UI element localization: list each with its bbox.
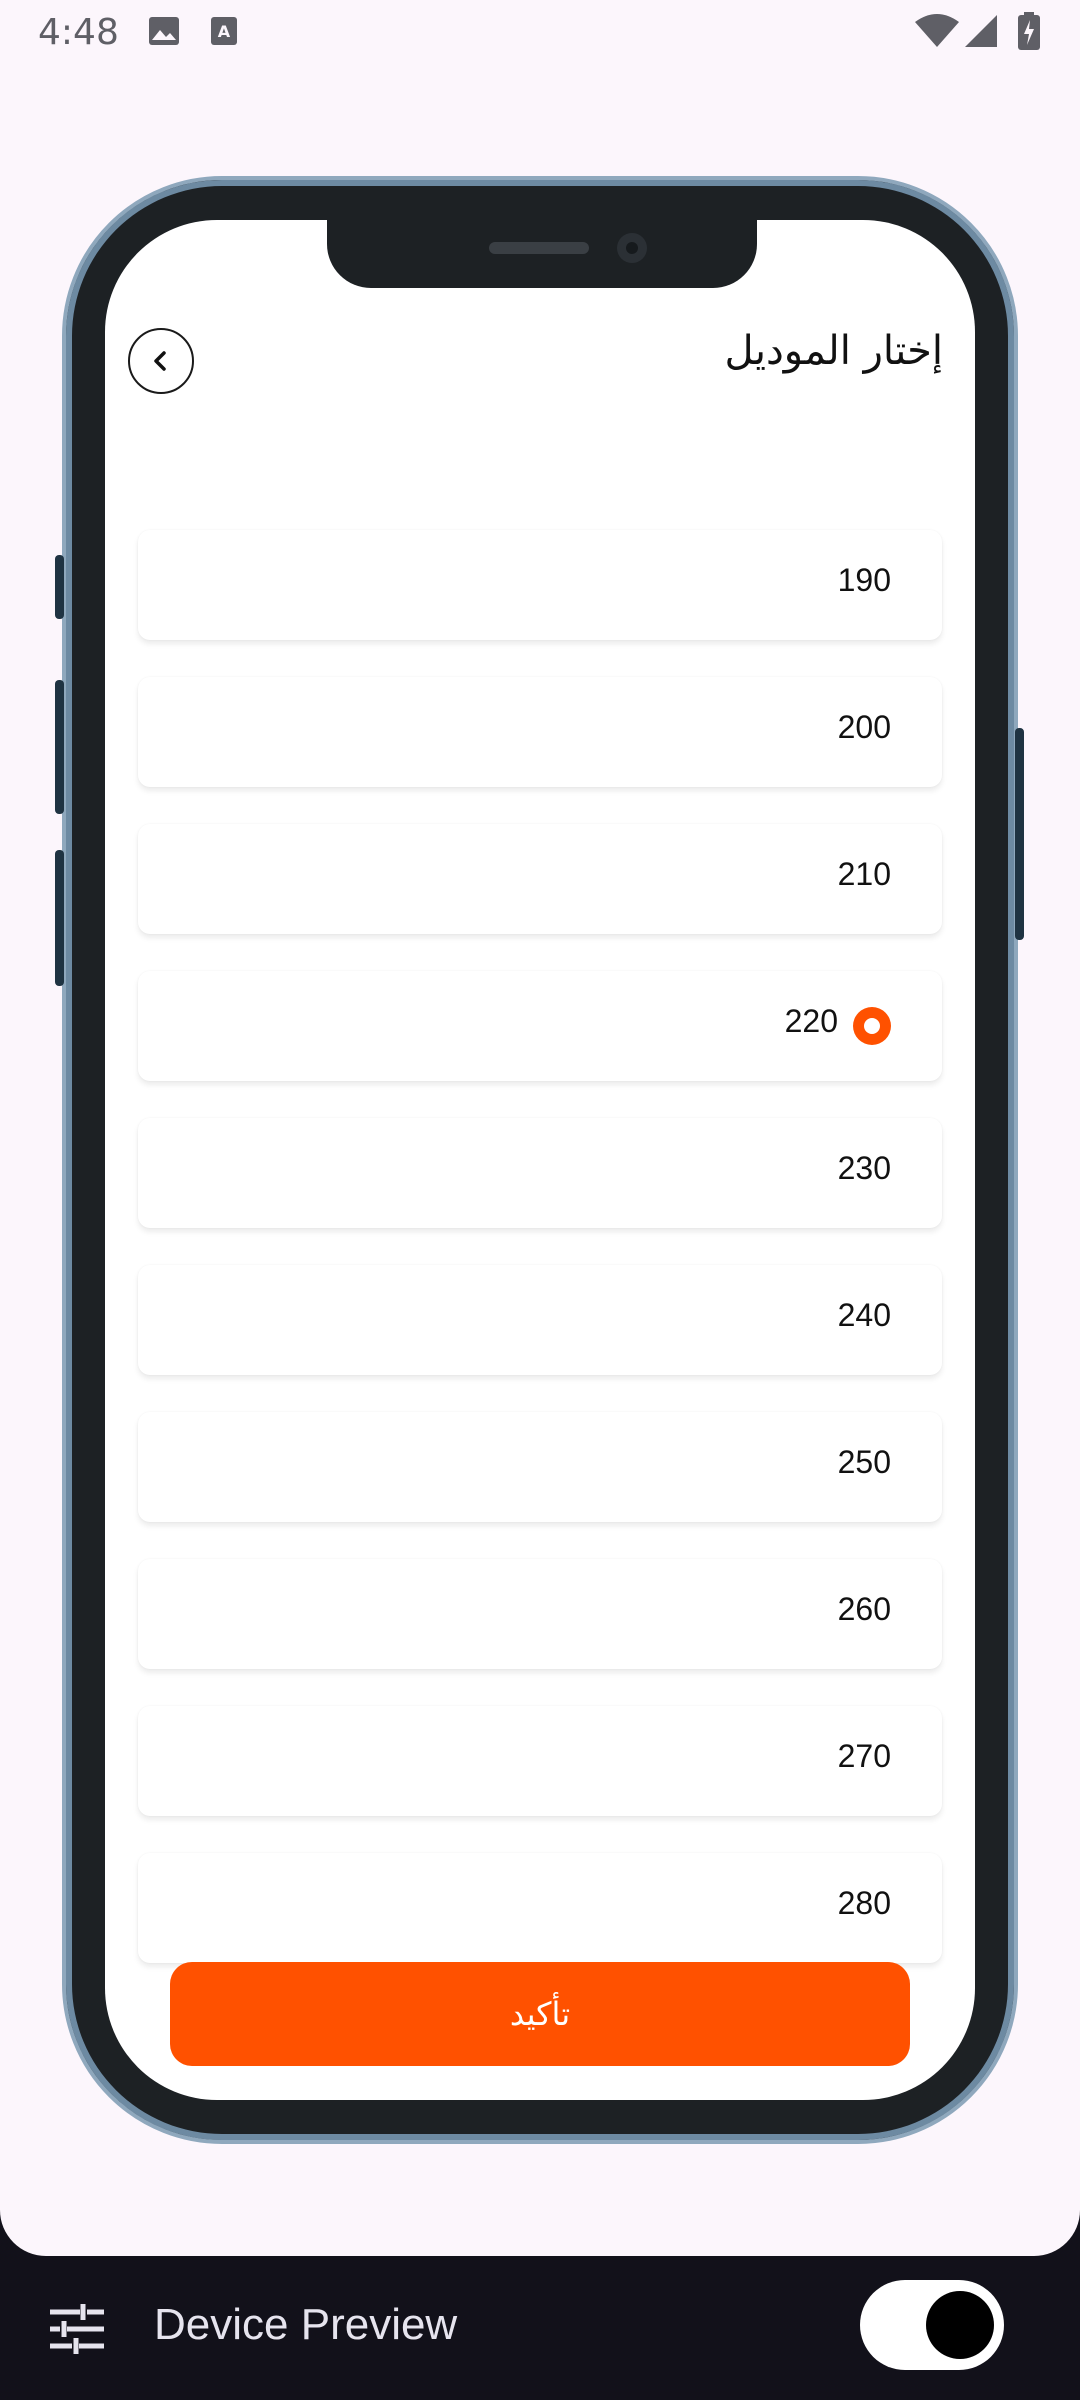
svg-text:A: A	[218, 22, 231, 41]
model-option-label: 200	[837, 709, 891, 745]
wifi-icon	[915, 14, 959, 47]
text-icon: A	[211, 17, 237, 45]
model-option[interactable]: 260	[138, 1559, 942, 1669]
model-option[interactable]: 200	[138, 677, 942, 787]
model-option-label: 280	[837, 1885, 891, 1921]
radio-selected-icon[interactable]	[853, 1007, 891, 1045]
page-title: إختار الموديل	[724, 328, 943, 374]
model-option-label: 260	[837, 1591, 891, 1627]
sliders-icon[interactable]	[50, 2304, 104, 2354]
device-power-button	[1015, 728, 1024, 940]
device-notch	[327, 220, 757, 288]
toggle-knob	[926, 2291, 994, 2359]
status-bar: 4:48 A	[0, 0, 1080, 64]
back-button[interactable]	[128, 328, 194, 394]
model-option[interactable]: 250	[138, 1412, 942, 1522]
model-option-label: 220	[784, 1003, 838, 1039]
page-corner	[0, 2150, 1080, 2256]
model-option[interactable]: 190	[138, 530, 942, 640]
model-option[interactable]: 230	[138, 1118, 942, 1228]
status-time: 4:48	[38, 12, 119, 53]
model-option-label: 190	[837, 562, 891, 598]
model-option[interactable]: 280	[138, 1853, 942, 1963]
model-option[interactable]: 220	[138, 971, 942, 1081]
notch-speaker	[489, 242, 589, 254]
model-option-label: 230	[837, 1150, 891, 1186]
confirm-button[interactable]: تأكيد	[170, 1962, 910, 2066]
model-option-label: 270	[837, 1738, 891, 1774]
device-screen: إختار الموديل 190 200 210 220 230 240 250 260 27…	[105, 220, 975, 2100]
device-volume-up-button	[55, 680, 64, 814]
signal-icon	[965, 15, 997, 47]
model-option[interactable]: 270	[138, 1706, 942, 1816]
battery-icon	[1018, 12, 1040, 50]
model-option[interactable]: 240	[138, 1265, 942, 1375]
device-preview-title: Device Preview	[154, 2300, 458, 2349]
image-icon	[149, 17, 179, 45]
model-option-label: 250	[837, 1444, 891, 1480]
device-side-button	[55, 555, 64, 619]
model-option-label: 240	[837, 1297, 891, 1333]
device-preview-bar: Device Preview	[0, 2256, 1080, 2400]
model-option-label: 210	[837, 856, 891, 892]
chevron-left-icon	[154, 351, 166, 371]
device-preview-toggle[interactable]	[860, 2280, 1004, 2370]
model-option[interactable]: 210	[138, 824, 942, 934]
front-camera	[617, 233, 647, 263]
device-volume-down-button	[55, 850, 64, 986]
